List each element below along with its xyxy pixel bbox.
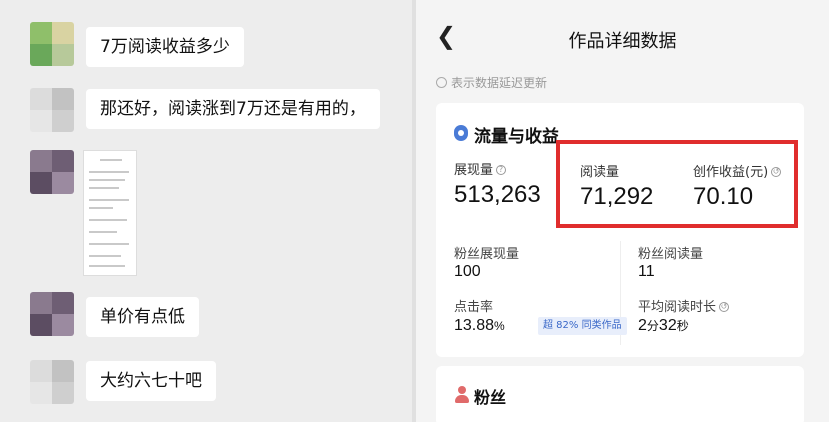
- avg-read-time-value: 2分32秒: [638, 317, 689, 335]
- message-bubble[interactable]: 7万阅读收益多少: [86, 27, 244, 67]
- highlight-box: [556, 140, 798, 228]
- fan-impressions-value: 100: [454, 263, 481, 280]
- message-bubble[interactable]: 那还好，阅读涨到7万还是有用的，: [86, 89, 380, 129]
- section-title: 流量与收益: [474, 127, 559, 147]
- impressions-label: 展现量?: [454, 159, 507, 178]
- avg-read-seconds: 32: [658, 317, 677, 334]
- impressions-label-text: 展现量: [454, 163, 494, 178]
- fan-reads-value: 11: [638, 263, 655, 280]
- avatar[interactable]: [30, 360, 74, 404]
- avg-read-minutes: 2: [638, 317, 647, 334]
- chat-panel: 7万阅读收益多少 那还好，阅读涨到7万还是有用的， 单价有点低 大约六七十吧: [0, 0, 412, 422]
- ctr-unit: %: [494, 319, 505, 333]
- fan-impressions-label: 粉丝展现量: [454, 247, 520, 262]
- page-title: 作品详细数据: [568, 31, 677, 52]
- ctr-label: 点击率: [454, 300, 494, 315]
- avatar[interactable]: [30, 292, 74, 336]
- delay-notice-text: 表示数据延迟更新: [451, 76, 548, 90]
- help-icon[interactable]: ?: [496, 165, 507, 175]
- image-message-thumbnail[interactable]: [83, 150, 137, 276]
- fans-card[interactable]: 粉丝: [436, 366, 804, 422]
- fan-reads-label: 粉丝阅读量: [638, 247, 704, 262]
- delay-notice: 表示数据延迟更新: [436, 74, 547, 91]
- person-icon: [454, 386, 470, 404]
- refresh-icon: [436, 77, 447, 88]
- ctr-number: 13.88: [454, 317, 495, 334]
- refresh-icon: ↺: [719, 302, 730, 312]
- shield-icon: [454, 125, 468, 141]
- ctr-compare-badge: 超 82% 同类作品: [538, 317, 627, 335]
- message-bubble[interactable]: 单价有点低: [86, 297, 199, 337]
- ctr-value: 13.88%: [454, 317, 505, 335]
- minutes-unit: 分: [646, 319, 659, 333]
- avatar[interactable]: [30, 150, 74, 194]
- avg-read-time-label: 平均阅读时长 ↺: [638, 296, 730, 315]
- section-title: 粉丝: [474, 388, 507, 407]
- avg-read-time-label-text: 平均阅读时长: [638, 300, 717, 315]
- message-bubble[interactable]: 大约六七十吧: [86, 361, 216, 401]
- seconds-unit: 秒: [676, 319, 689, 333]
- avatar[interactable]: [30, 22, 74, 66]
- avatar[interactable]: [30, 88, 74, 132]
- impressions-value: 513,263: [454, 181, 541, 208]
